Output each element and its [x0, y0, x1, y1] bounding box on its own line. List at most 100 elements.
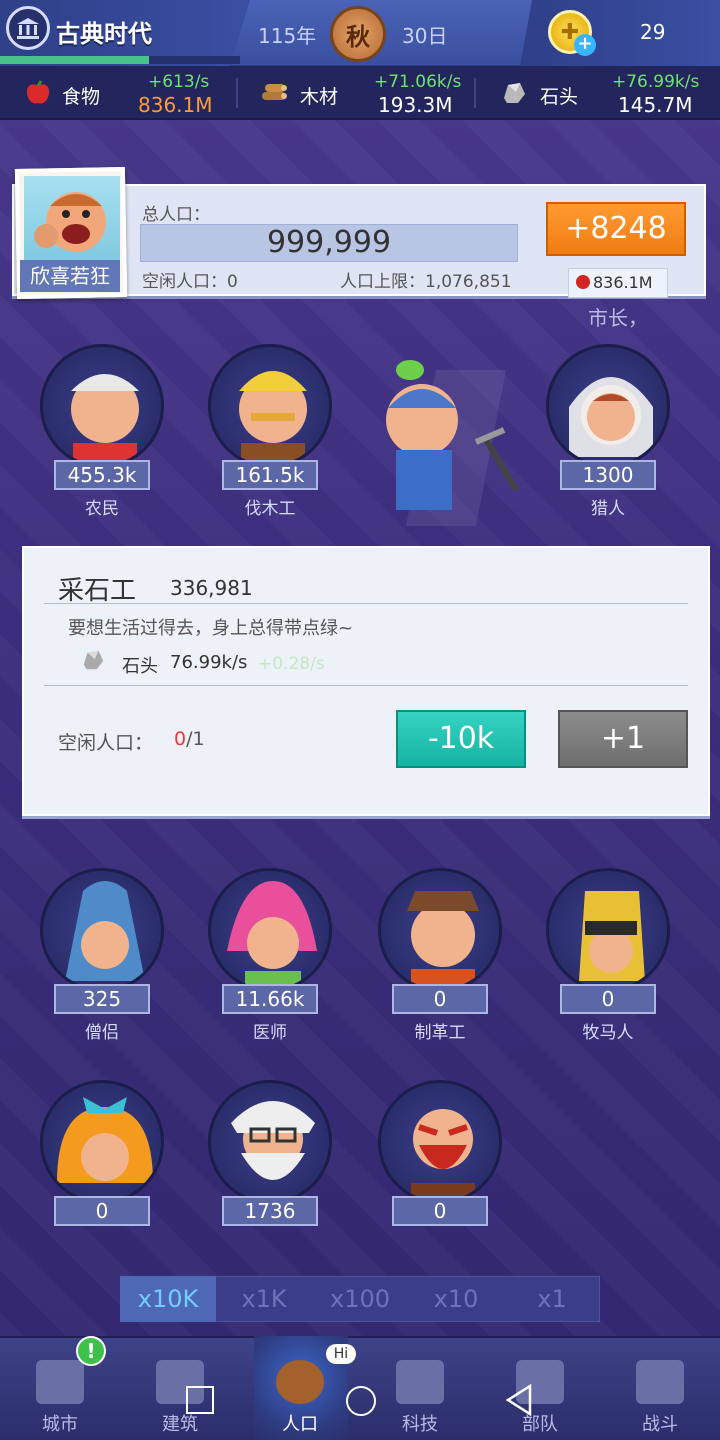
era-title: 古典时代	[56, 20, 152, 48]
nav-label: 建筑	[162, 1414, 198, 1435]
monk-portrait	[40, 868, 164, 992]
job-count: 0	[560, 984, 656, 1014]
job-count: 0	[54, 1196, 150, 1226]
resource-name: 木材	[300, 86, 339, 108]
job-name: 牧马人	[582, 1023, 634, 1043]
nav-troops[interactable]: 部队	[480, 1350, 600, 1440]
nav-label: 部队	[522, 1414, 558, 1435]
job-count: 0	[392, 1196, 488, 1226]
nav-label: 战斗	[642, 1414, 678, 1435]
multiplier-x100[interactable]: x100	[312, 1276, 408, 1322]
era-progress-fill	[0, 56, 149, 64]
resource-name: 石头	[540, 86, 579, 108]
happy-face-icon	[34, 192, 106, 252]
nav-city[interactable]: 城市	[0, 1350, 120, 1440]
swords-icon	[636, 1360, 684, 1404]
job-count: 11.66k	[222, 984, 318, 1014]
job-count: 1300	[560, 460, 656, 490]
resource-rate: +71.06k/s	[374, 72, 462, 92]
warrior-portrait	[378, 1080, 502, 1204]
apple-icon	[576, 275, 590, 289]
nav-buildings[interactable]: 建筑	[120, 1350, 240, 1440]
panel-idle-value: 0/1	[174, 728, 205, 750]
farmer-portrait	[40, 344, 164, 468]
resource-stone[interactable]: 石头 +76.99k/s 145.7M	[498, 66, 708, 120]
total-population-value: 999,999	[266, 225, 392, 260]
stone-icon	[504, 83, 525, 103]
divider	[474, 78, 476, 108]
add-population-button[interactable]: +8248	[546, 202, 686, 256]
production-rate: 76.99k/s	[170, 652, 248, 673]
population-cap: 人口上限：1,076,851	[340, 267, 512, 292]
job-unknown-2[interactable]: 1736	[208, 1080, 332, 1230]
quarryman-figure	[386, 360, 519, 526]
lumberjack-portrait	[208, 344, 332, 468]
resource-rate: +76.99k/s	[612, 72, 700, 92]
multiplier-x1k[interactable]: x1K	[216, 1276, 312, 1322]
idle-value: 0	[227, 272, 238, 292]
multiplier-x1[interactable]: x1	[504, 1276, 600, 1322]
job-count: 455.3k	[54, 460, 150, 490]
job-monk[interactable]: 325 僧侣	[40, 868, 164, 1043]
job-lumberjack[interactable]: 161.5k 伐木工	[208, 344, 332, 519]
multiplier-x10k[interactable]: x10K	[120, 1276, 216, 1322]
nav-battle[interactable]: 战斗	[600, 1350, 720, 1440]
remove-workers-button[interactable]: -10k	[396, 710, 526, 768]
job-unknown-1[interactable]: 0	[40, 1080, 164, 1230]
job-name: 医师	[253, 1023, 287, 1043]
job-horse-herder[interactable]: 0 牧马人	[546, 868, 670, 1043]
temple-icon[interactable]	[6, 6, 50, 50]
coin-count: 29	[640, 20, 666, 44]
day-label: 30日	[402, 24, 448, 48]
apple-icon	[26, 80, 50, 104]
nav-label: 城市	[42, 1414, 78, 1435]
nav-tech[interactable]: 科技	[360, 1350, 480, 1440]
stone-icon	[83, 650, 104, 670]
mood-portrait	[24, 176, 120, 262]
alert-badge: !	[76, 1336, 106, 1366]
idle-current: 0	[174, 728, 187, 750]
job-count: 161.5k	[222, 460, 318, 490]
idle-total: /1	[186, 728, 205, 750]
hi-bubble: Hi	[326, 1344, 356, 1364]
job-doctor[interactable]: 11.66k 医师	[208, 868, 332, 1043]
resource-food[interactable]: 食物 +613/s 836.1M	[22, 66, 232, 120]
android-home-icon[interactable]	[346, 1386, 376, 1416]
idle-label: 空闲人口：	[142, 272, 227, 292]
resource-rate: +613/s	[148, 72, 210, 92]
divider	[44, 603, 688, 604]
job-count: 325	[54, 984, 150, 1014]
mood-label: 欣喜若狂	[20, 260, 120, 292]
horse-herder-portrait	[546, 868, 670, 992]
android-back-icon[interactable]	[504, 1384, 534, 1416]
resource-amount: 836.1M	[138, 93, 213, 117]
android-recents-icon[interactable]	[186, 1386, 214, 1414]
job-name: 僧侣	[85, 1023, 119, 1043]
job-farmer[interactable]: 455.3k 农民	[40, 344, 164, 519]
nav-label: 科技	[402, 1414, 438, 1435]
girl-portrait	[40, 1080, 164, 1204]
cap-label: 人口上限：	[340, 272, 425, 292]
tanner-portrait	[378, 868, 502, 992]
job-detail-title: 采石工	[58, 576, 137, 606]
production-resource: 石头	[122, 656, 158, 677]
add-coin-icon[interactable]: +	[574, 34, 596, 56]
year-label: 115年	[258, 24, 317, 48]
job-quarryman-selected[interactable]	[366, 330, 536, 526]
idle-population: 空闲人口：0	[142, 267, 238, 292]
panel-idle-label: 空闲人口：	[58, 732, 154, 754]
doctor-portrait	[208, 868, 332, 992]
add-workers-button[interactable]: +1	[558, 710, 688, 768]
job-hunter[interactable]: 1300 猎人	[546, 344, 670, 519]
multiplier-x10[interactable]: x10	[408, 1276, 504, 1322]
mayor-text: 市长，	[588, 306, 648, 330]
resource-wood[interactable]: 木材 +71.06k/s 193.3M	[258, 66, 468, 120]
season-badge: 秋	[330, 6, 386, 62]
cap-value: 1,076,851	[425, 272, 512, 292]
job-unknown-3[interactable]: 0	[378, 1080, 502, 1230]
resource-name: 食物	[62, 86, 101, 108]
production-bonus: +0.28/s	[258, 654, 325, 674]
hunter-portrait	[546, 344, 670, 468]
job-tanner[interactable]: 0 制革工	[378, 868, 502, 1043]
job-name: 制革工	[414, 1023, 466, 1043]
